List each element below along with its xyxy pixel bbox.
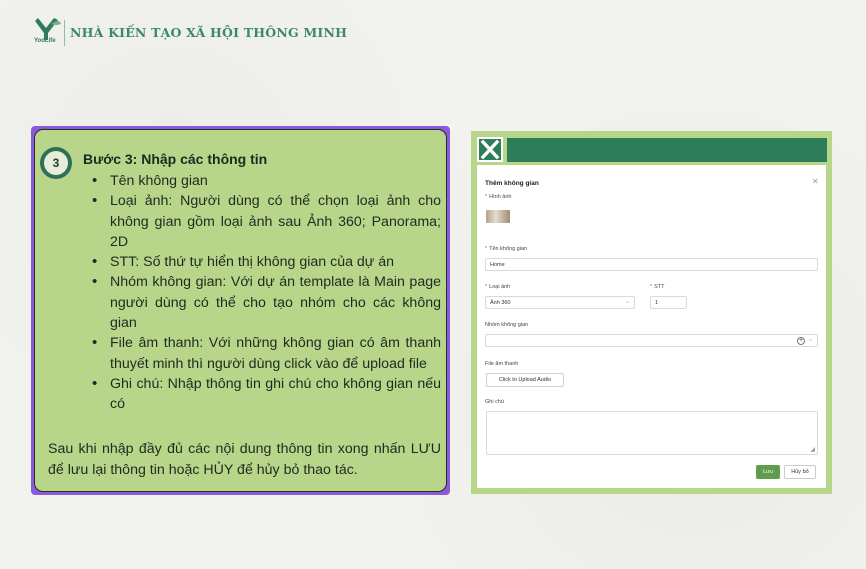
modal-title: Thêm không gian	[485, 180, 539, 187]
audio-label: File âm thanh	[485, 361, 519, 367]
chevron-down-icon: ⌄	[807, 337, 813, 343]
group-label: Nhóm không gian	[485, 322, 529, 328]
image-label: * Hình ảnh	[485, 194, 512, 200]
image-thumbnail[interactable]	[486, 210, 510, 223]
instruction-summary: Sau khi nhập đầy đủ các nội dung thông t…	[48, 441, 441, 478]
screenshot-header-bar	[507, 138, 827, 162]
list-item: File âm thanh: Với những không gian có â…	[92, 333, 441, 374]
note-label: Ghi chú	[485, 399, 504, 405]
list-item: Tên không gian	[92, 171, 441, 192]
cancel-button[interactable]: Hủy bỏ	[784, 465, 816, 479]
instruction-card: 3 Bước 3: Nhập các thông tin Tên không g…	[34, 129, 447, 492]
list-item: Loại ảnh: Người dùng có thể chọn loại ản…	[92, 191, 441, 252]
close-icon[interactable]	[477, 137, 503, 162]
instruction-list: Tên không gian Loại ảnh: Người dùng có t…	[92, 171, 441, 415]
add-space-modal: Thêm không gian ✕ * Hình ảnh * Tên không g…	[477, 165, 826, 488]
instruction-panel: 3 Bước 3: Nhập các thông tin Tên không g…	[31, 126, 450, 495]
type-select[interactable]: Ảnh 360 ⌄	[485, 296, 635, 309]
name-input[interactable]: Home	[485, 258, 818, 271]
type-select-value: Ảnh 360	[490, 300, 511, 306]
note-textarea[interactable]: ◢	[486, 411, 818, 455]
step-badge: 3	[40, 147, 72, 179]
step-number: 3	[44, 151, 68, 175]
upload-audio-button[interactable]: Click to Upload Audio	[486, 373, 564, 387]
type-label: * Loại ảnh	[485, 284, 511, 290]
list-item: Nhóm không gian: Với dự án template là M…	[92, 272, 441, 333]
list-item: Ghi chú: Nhập thông tin ghi chú cho khôn…	[92, 374, 441, 415]
group-select[interactable]: + ⌄	[485, 334, 818, 347]
brand-name: YooLife	[34, 38, 56, 44]
save-button[interactable]: Lưu	[756, 465, 780, 479]
chevron-down-icon: ⌄	[624, 299, 630, 305]
page-title: NHÀ KIẾN TẠO XÃ HỘI THÔNG MINH	[70, 25, 348, 40]
name-label: * Tên không gian	[485, 246, 528, 252]
stt-input[interactable]: 1	[650, 296, 687, 309]
list-item: STT: Số thứ tự hiển thị không gian của d…	[92, 252, 441, 273]
modal-close-icon[interactable]: ✕	[812, 177, 819, 186]
stt-label: * STT	[650, 284, 665, 290]
resize-handle-icon[interactable]: ◢	[810, 446, 815, 453]
add-group-icon[interactable]: +	[797, 337, 805, 345]
header-divider	[64, 20, 65, 46]
step-title: Bước 3: Nhập các thông tin	[83, 151, 268, 167]
